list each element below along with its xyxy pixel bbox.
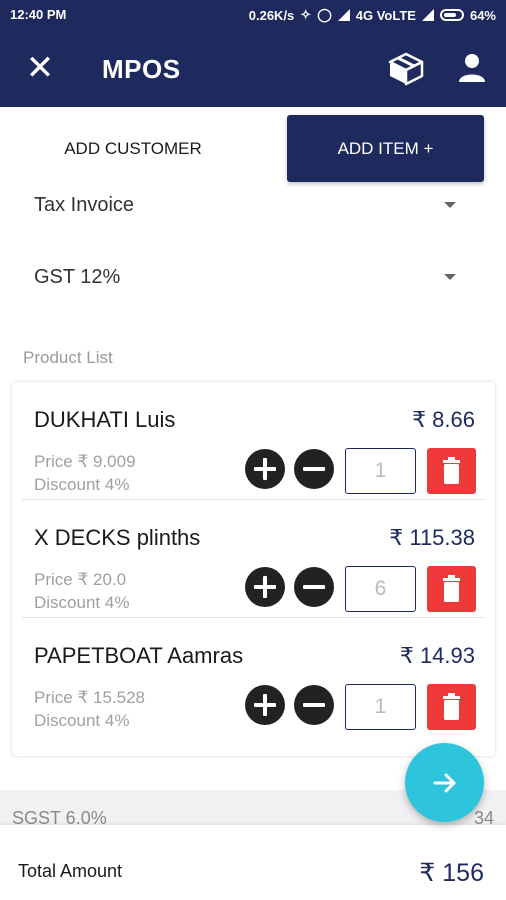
arrow-right-icon — [433, 773, 455, 792]
gst-rate-value: GST 12% — [34, 266, 121, 288]
trash-icon — [443, 457, 460, 484]
delete-item-button[interactable] — [427, 448, 476, 494]
box-icon[interactable] — [388, 52, 424, 86]
total-bar: Total Amount ₹ 156 — [0, 825, 506, 900]
delete-item-button[interactable] — [427, 684, 476, 730]
trash-icon — [443, 693, 460, 720]
product-list-label: Product List — [23, 348, 113, 367]
status-time: 12:40 PM — [10, 7, 67, 22]
user-icon[interactable] — [457, 52, 487, 84]
invoice-type-select[interactable]: Tax Invoice — [34, 186, 464, 226]
app-bar: ✕ MPOS — [0, 30, 506, 107]
product-row: X DECKS plinths ₹ 115.38 Price ₹ 20.0 Di… — [22, 500, 485, 618]
product-discount: Discount 4% — [34, 711, 130, 730]
app-title: MPOS — [102, 54, 181, 84]
alarm-icon: ◯ — [317, 7, 332, 22]
product-total: ₹ 115.38 — [389, 525, 475, 550]
increase-qty-button[interactable] — [245, 567, 285, 607]
minus-icon — [303, 467, 325, 471]
status-bar: 12:40 PM 0.26K/s ✧ ◯ 4G VoLTE 64% — [0, 0, 506, 30]
network-type: 4G VoLTE — [355, 7, 416, 23]
product-price: Price ₹ 9.009 — [34, 452, 136, 471]
battery-icon — [439, 9, 464, 21]
gst-rate-select[interactable]: GST 12% — [34, 258, 464, 298]
product-list-card: DUKHATI Luis ₹ 8.66 Price ₹ 9.009 Discou… — [12, 382, 495, 756]
invoice-type-value: Tax Invoice — [34, 194, 135, 216]
product-discount: Discount 4% — [34, 475, 130, 494]
product-price: Price ₹ 20.0 — [34, 570, 127, 589]
decrease-qty-button[interactable] — [294, 449, 334, 489]
add-customer-tab[interactable]: ADD CUSTOMER — [22, 116, 244, 182]
signal-icon — [337, 9, 350, 21]
product-total: ₹ 14.93 — [399, 643, 475, 668]
decrease-qty-button[interactable] — [294, 567, 334, 607]
battery-level: 64% — [469, 7, 496, 23]
plus-icon-v — [263, 458, 267, 480]
product-discount: Discount 4% — [34, 593, 130, 612]
product-total: ₹ 8.66 — [412, 407, 475, 432]
product-name: X DECKS plinths — [34, 525, 201, 550]
quantity-input[interactable]: 1 — [345, 448, 416, 494]
product-name: DUKHATI Luis — [34, 407, 176, 432]
product-price: Price ₹ 15.528 — [34, 688, 145, 707]
chevron-down-icon — [444, 274, 456, 280]
minus-icon — [303, 703, 325, 707]
plus-icon-v — [263, 576, 267, 598]
total-label: Total Amount — [18, 861, 123, 881]
product-name: PAPETBOAT Aamras — [34, 643, 244, 668]
minus-icon — [303, 585, 325, 589]
bluetooth-icon: ✧ — [300, 7, 312, 22]
add-item-button[interactable]: ADD ITEM + — [287, 115, 484, 182]
next-fab-button[interactable] — [405, 743, 484, 822]
plus-icon-v — [263, 694, 267, 716]
quantity-input[interactable]: 6 — [345, 566, 416, 612]
sgst-value: 34 — [473, 808, 494, 825]
quantity-input[interactable]: 1 — [345, 684, 416, 730]
signal-icon-2 — [421, 9, 434, 21]
product-row: DUKHATI Luis ₹ 8.66 Price ₹ 9.009 Discou… — [22, 382, 485, 500]
close-icon[interactable]: ✕ — [22, 48, 58, 88]
network-speed: 0.26K/s — [248, 7, 295, 23]
total-value: ₹ 156 — [419, 859, 484, 887]
status-right: 0.26K/s ✧ ◯ 4G VoLTE 64% — [249, 7, 496, 23]
product-row: PAPETBOAT Aamras ₹ 14.93 Price ₹ 15.528 … — [22, 618, 485, 736]
trash-icon — [443, 575, 460, 602]
chevron-down-icon — [444, 202, 456, 208]
decrease-qty-button[interactable] — [294, 685, 334, 725]
increase-qty-button[interactable] — [245, 685, 285, 725]
sgst-label: SGST 6.0% — [12, 808, 107, 825]
increase-qty-button[interactable] — [245, 449, 285, 489]
delete-item-button[interactable] — [427, 566, 476, 612]
